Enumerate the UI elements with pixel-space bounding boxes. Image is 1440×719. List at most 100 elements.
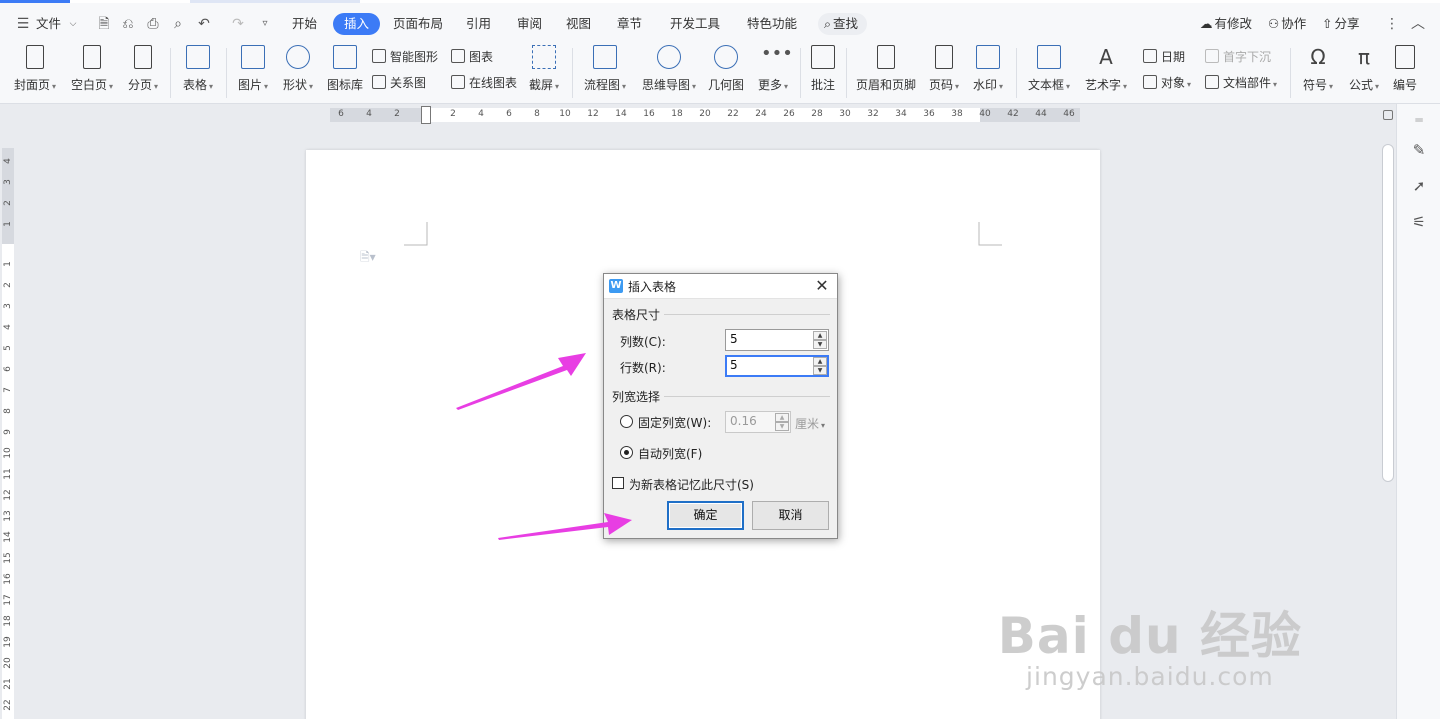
format-painter-icon[interactable]: ⎌ — [119, 15, 137, 33]
file-menu[interactable]: 文件 — [36, 13, 61, 35]
collapse-ribbon-icon[interactable]: ︿ — [1409, 15, 1427, 33]
cover-page-button[interactable]: 封面页 — [12, 45, 58, 95]
search-button[interactable]: ⌕ 查找 — [818, 13, 868, 35]
remember-size-checkbox[interactable] — [612, 477, 624, 489]
undo-icon[interactable]: ↶ — [195, 15, 213, 33]
modified-status[interactable]: ☁ 有修改 — [1200, 13, 1252, 35]
icon-library-label: 图标库 — [326, 78, 363, 92]
screenshot-button[interactable]: 截屏 — [526, 45, 562, 95]
spin-up-icon[interactable]: ▲ — [775, 413, 789, 422]
share-button[interactable]: ⇧ 分享 — [1322, 13, 1360, 35]
menu-bar: ☰ 文件 ⌵ 🗎 ⎌ ⎙ ⌕ ↶ ↷ ▿ 开始 插入 页面布局 引用 审阅 视图… — [0, 0, 1440, 42]
print-preview-icon[interactable]: ⌕ — [169, 15, 187, 33]
tab-home[interactable]: 开始 — [292, 13, 317, 35]
picture-button[interactable]: 图片 — [236, 45, 270, 95]
geometry-button[interactable]: 几何图 — [707, 45, 745, 93]
tab-chapter[interactable]: 章节 — [617, 13, 642, 35]
vruler-tick-label: 18 — [3, 615, 13, 627]
spin-down-icon[interactable]: ▼ — [775, 422, 789, 431]
redo-icon[interactable]: ↷ — [229, 15, 247, 33]
page-break-button[interactable]: 分页 — [126, 45, 160, 95]
header-footer-button[interactable]: 页眉和页脚 — [856, 45, 916, 93]
panel-handle-icon[interactable]: ═ — [1409, 110, 1429, 130]
rows-spin-arrows[interactable]: ▲ ▼ — [813, 357, 827, 375]
dialog-titlebar[interactable]: W 插入表格 ✕ — [604, 274, 837, 299]
auto-width-radio[interactable] — [620, 446, 633, 459]
icon-library-button[interactable]: 图标库 — [326, 45, 364, 93]
smart-graphic-button[interactable]: 智能图形 — [372, 47, 438, 67]
spin-up-icon[interactable]: ▲ — [813, 357, 827, 366]
tab-references[interactable]: 引用 — [466, 13, 491, 35]
unit-select[interactable]: 厘米 — [795, 415, 825, 432]
ruler-tick-label: 4 — [366, 109, 372, 119]
collaborate-label: 协作 — [1281, 16, 1307, 31]
split-view-icon[interactable] — [1383, 110, 1393, 120]
collaborate-button[interactable]: ⚇ 协作 — [1268, 13, 1306, 35]
word-art-button[interactable]: A 艺术字 — [1083, 45, 1129, 95]
tab-review[interactable]: 审阅 — [517, 13, 542, 35]
print-icon[interactable]: ⎙ — [144, 15, 162, 33]
fixed-width-spinner[interactable]: 0.16 ▲ ▼ — [725, 411, 791, 433]
text-box-button[interactable]: 文本框 — [1026, 45, 1072, 95]
text-box-icon — [1037, 45, 1061, 69]
chart-button[interactable]: 图表 — [451, 47, 493, 67]
close-icon[interactable]: ✕ — [813, 276, 831, 296]
relation-diagram-button[interactable]: 关系图 — [372, 73, 426, 93]
shape-button[interactable]: 形状 — [281, 45, 315, 95]
table-icon — [186, 45, 210, 69]
tab-view[interactable]: 视图 — [566, 13, 591, 35]
chevron-down-icon[interactable]: ⌵ — [64, 15, 82, 33]
pointer-icon[interactable]: ➚ — [1409, 176, 1429, 196]
online-chart-button[interactable]: 在线图表 — [451, 73, 517, 93]
spin-down-icon[interactable]: ▼ — [813, 366, 827, 375]
symbol-button[interactable]: Ω 符号 — [1300, 45, 1336, 95]
rows-spinner[interactable]: 5 ▲ ▼ — [725, 355, 829, 377]
tab-page-layout[interactable]: 页面布局 — [393, 13, 443, 35]
table-button[interactable]: 表格 — [180, 45, 216, 95]
fixed-width-spin-arrows[interactable]: ▲ ▼ — [775, 413, 789, 431]
spin-down-icon[interactable]: ▼ — [813, 340, 827, 349]
settings-sliders-icon[interactable]: ⚟ — [1409, 212, 1429, 232]
paragraph-options-icon[interactable]: 🗎▾ — [360, 248, 376, 269]
pen-icon[interactable]: ✎ — [1409, 140, 1429, 160]
object-button[interactable]: 对象 — [1143, 73, 1191, 93]
tab-dev-tools[interactable]: 开发工具 — [670, 13, 720, 35]
search-label: 查找 — [833, 16, 859, 31]
vertical-scrollbar[interactable] — [1380, 104, 1396, 719]
indent-marker[interactable] — [421, 106, 431, 124]
columns-spin-arrows[interactable]: ▲ ▼ — [813, 331, 827, 349]
comment-button[interactable]: 批注 — [810, 45, 836, 93]
tab-special-features[interactable]: 特色功能 — [747, 13, 797, 35]
spin-up-icon[interactable]: ▲ — [813, 331, 827, 340]
word-art-label: 艺术字 — [1083, 77, 1129, 95]
more-vertical-icon[interactable]: ⋮ — [1383, 15, 1401, 33]
modified-label: 有修改 — [1214, 16, 1253, 31]
watermark-button[interactable]: 水印 — [971, 45, 1005, 95]
save-icon[interactable]: 🗎 — [95, 15, 113, 33]
mind-map-button[interactable]: 思维导图 — [640, 45, 698, 95]
geometry-icon — [714, 45, 738, 69]
quick-access-more-icon[interactable]: ▿ — [256, 15, 274, 33]
date-button[interactable]: 日期 — [1143, 47, 1185, 67]
more-button[interactable]: ••• 更多 — [756, 45, 793, 95]
tab-insert[interactable]: 插入 — [333, 13, 381, 35]
blank-page-button[interactable]: 空白页 — [69, 45, 115, 95]
relation-diagram-icon — [372, 75, 386, 89]
formula-button[interactable]: π 公式 — [1346, 45, 1382, 95]
horizontal-ruler[interactable]: 6 4 2 2 4 6 8 10 12 14 16 18 20 22 24 26 28 30 32 34 36 38 40 4… — [0, 104, 1380, 126]
fixed-width-radio[interactable] — [620, 415, 633, 428]
cancel-button[interactable]: 取消 — [752, 501, 829, 530]
drop-cap-button[interactable]: 首字下沉 — [1205, 47, 1271, 67]
symbol-label: 符号 — [1300, 77, 1336, 95]
flowchart-button[interactable]: 流程图 — [582, 45, 628, 95]
columns-spinner[interactable]: 5 ▲ ▼ — [725, 329, 829, 351]
vertical-ruler[interactable]: 4 3 2 1 1 2 3 4 5 6 7 8 9 10 11 12 13 14 15 16 17 18 19 20 21 22 — [0, 126, 16, 719]
ribbon-separator — [800, 48, 801, 98]
page-number-button[interactable]: 页码 — [927, 45, 961, 95]
date-label: 日期 — [1161, 50, 1186, 64]
hamburger-icon[interactable]: ☰ — [14, 15, 32, 33]
doc-parts-button[interactable]: 文档部件 — [1205, 73, 1277, 93]
numbering-button[interactable]: 编号 — [1392, 45, 1418, 93]
scrollbar-thumb[interactable] — [1382, 144, 1394, 482]
ok-button[interactable]: 确定 — [667, 501, 744, 530]
